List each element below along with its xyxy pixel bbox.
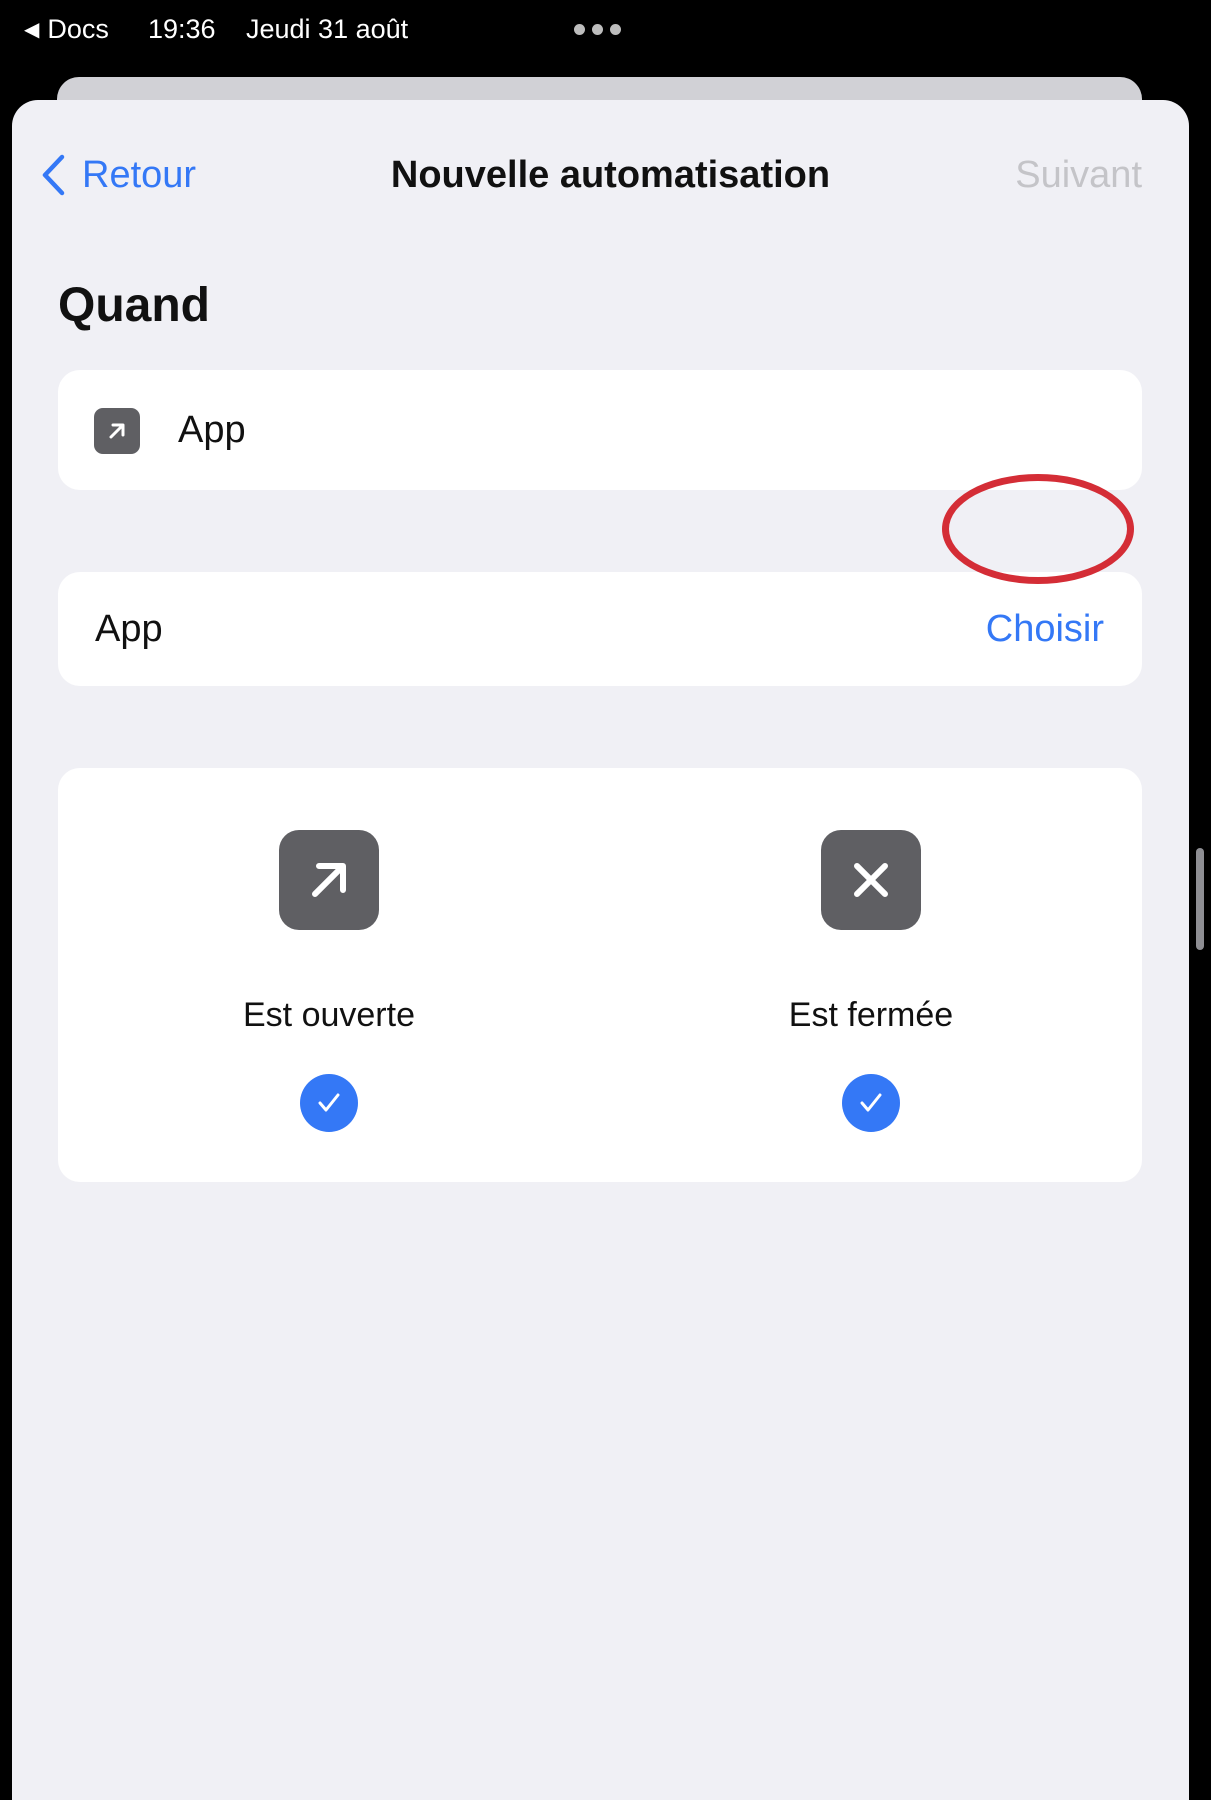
arrow-up-right-icon (279, 830, 379, 930)
status-bar: ◀ Docs 19:36 Jeudi 31 août (0, 0, 1211, 60)
checkmark-icon[interactable] (300, 1074, 358, 1132)
option-is-opened[interactable]: Est ouverte (58, 768, 600, 1182)
navigation-bar: Retour Nouvelle automatisation Suivant (12, 140, 1189, 210)
trigger-label: App (178, 409, 246, 451)
section-title: Quand (58, 279, 210, 332)
trigger-card[interactable]: App (58, 370, 1142, 490)
arrow-up-right-icon (94, 408, 140, 454)
options-card: Est ouverte Est fermée (58, 768, 1142, 1182)
status-time: 19:36 (148, 14, 216, 44)
app-row: App Choisir (58, 572, 1142, 686)
option-label: Est ouverte (243, 996, 415, 1034)
checkmark-icon[interactable] (842, 1074, 900, 1132)
option-is-closed[interactable]: Est fermée (600, 768, 1142, 1182)
back-to-app-button[interactable]: ◀ Docs (24, 14, 109, 45)
option-label: Est fermée (788, 996, 954, 1034)
multitasking-dots-icon[interactable] (574, 24, 621, 35)
back-app-label: Docs (47, 14, 109, 44)
choose-button[interactable]: Choisir (986, 572, 1104, 686)
page-title: Nouvelle automatisation (390, 154, 831, 196)
scrollbar[interactable] (1196, 848, 1204, 950)
next-button[interactable]: Suivant (1015, 140, 1142, 210)
status-date: Jeudi 31 août (246, 14, 409, 44)
back-triangle-icon: ◀ (24, 19, 40, 41)
app-row-label: App (95, 608, 163, 650)
close-icon (821, 830, 921, 930)
automation-sheet: Retour Nouvelle automatisation Suivant Q… (12, 100, 1189, 1800)
